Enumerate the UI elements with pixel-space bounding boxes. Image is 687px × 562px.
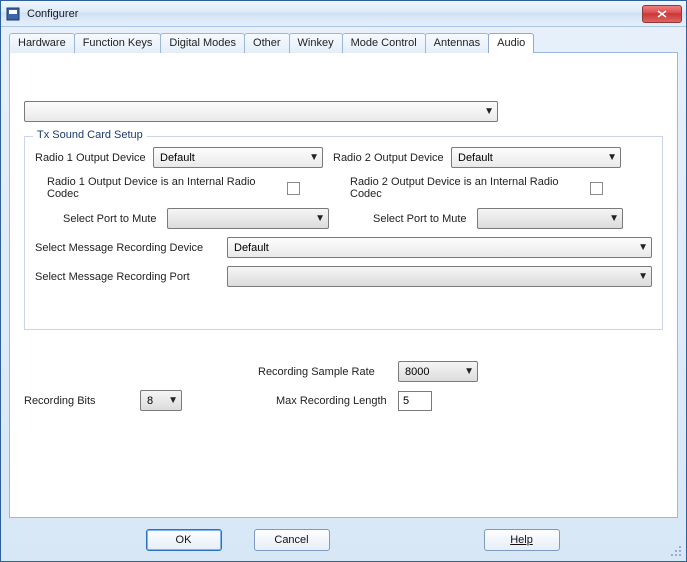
msg-rec-device-label: Select Message Recording Device (35, 242, 227, 254)
recording-bits-label: Recording Bits (24, 395, 140, 407)
msg-rec-device-value: Default (234, 242, 269, 254)
tab-audio[interactable]: Audio (488, 33, 534, 53)
chevron-down-icon: ▼ (464, 366, 474, 377)
ok-button[interactable]: OK (146, 529, 222, 551)
group-legend: Tx Sound Card Setup (33, 129, 147, 141)
tabpanel-audio: ▼ Tx Sound Card Setup Radio 1 Output Dev… (9, 52, 678, 518)
app-icon (5, 6, 21, 22)
chevron-down-icon: ▼ (609, 213, 619, 224)
tabstrip: Hardware Function Keys Digital Modes Oth… (9, 33, 678, 53)
msg-rec-port[interactable]: ▼ (227, 266, 652, 287)
port-mute-label-right: Select Port to Mute (373, 213, 477, 225)
chevron-down-icon: ▼ (638, 271, 648, 282)
top-dropdown[interactable]: ▼ (24, 101, 498, 122)
group-tx-sound-card: Tx Sound Card Setup Radio 1 Output Devic… (24, 136, 663, 330)
tab-antennas[interactable]: Antennas (425, 33, 489, 53)
radio1-output-label: Radio 1 Output Device (35, 152, 153, 164)
tab-function-keys[interactable]: Function Keys (74, 33, 162, 53)
close-icon (657, 10, 667, 18)
radio2-output-value: Default (458, 152, 493, 164)
tab-other[interactable]: Other (244, 33, 290, 53)
radio1-codec-label: Radio 1 Output Device is an Internal Rad… (47, 176, 287, 200)
port-mute-label-left: Select Port to Mute (63, 213, 167, 225)
chevron-down-icon: ▼ (484, 106, 494, 117)
chevron-down-icon: ▼ (607, 152, 617, 163)
chevron-down-icon: ▼ (315, 213, 325, 224)
cancel-button[interactable]: Cancel (254, 529, 330, 551)
client-area: Hardware Function Keys Digital Modes Oth… (1, 27, 686, 561)
chevron-down-icon: ▼ (638, 242, 648, 253)
port-mute-right[interactable]: ▼ (477, 208, 623, 229)
titlebar: Configurer (1, 1, 686, 27)
port-mute-left[interactable]: ▼ (167, 208, 329, 229)
radio2-codec-checkbox[interactable] (590, 182, 603, 195)
recording-bits-value: 8 (147, 395, 153, 407)
tab-hardware[interactable]: Hardware (9, 33, 75, 53)
window-title: Configurer (27, 8, 78, 20)
tab-mode-control[interactable]: Mode Control (342, 33, 426, 53)
max-length-field[interactable] (398, 391, 432, 411)
sample-rate-label: Recording Sample Rate (258, 366, 398, 378)
msg-rec-device[interactable]: Default ▼ (227, 237, 652, 258)
dialog-buttons: OK Cancel Help (1, 529, 686, 551)
chevron-down-icon: ▼ (168, 395, 178, 406)
close-button[interactable] (642, 5, 682, 23)
resize-grip-icon[interactable] (669, 544, 683, 558)
recording-bits-dropdown[interactable]: 8 ▼ (140, 390, 182, 411)
tab-winkey[interactable]: Winkey (289, 33, 343, 53)
radio1-output-value: Default (160, 152, 195, 164)
max-length-label: Max Recording Length (276, 395, 398, 407)
help-button[interactable]: Help (484, 529, 560, 551)
radio1-codec-checkbox[interactable] (287, 182, 300, 195)
radio1-output-device[interactable]: Default ▼ (153, 147, 323, 168)
sample-rate-dropdown[interactable]: 8000 ▼ (398, 361, 478, 382)
msg-rec-port-label: Select Message Recording Port (35, 271, 227, 283)
radio2-codec-label: Radio 2 Output Device is an Internal Rad… (350, 176, 590, 200)
tab-digital-modes[interactable]: Digital Modes (160, 33, 245, 53)
radio2-output-device[interactable]: Default ▼ (451, 147, 621, 168)
chevron-down-icon: ▼ (309, 152, 319, 163)
window-frame: Configurer Hardware Function Keys Digita… (0, 0, 687, 562)
radio2-output-label: Radio 2 Output Device (333, 152, 451, 164)
sample-rate-value: 8000 (405, 366, 429, 378)
